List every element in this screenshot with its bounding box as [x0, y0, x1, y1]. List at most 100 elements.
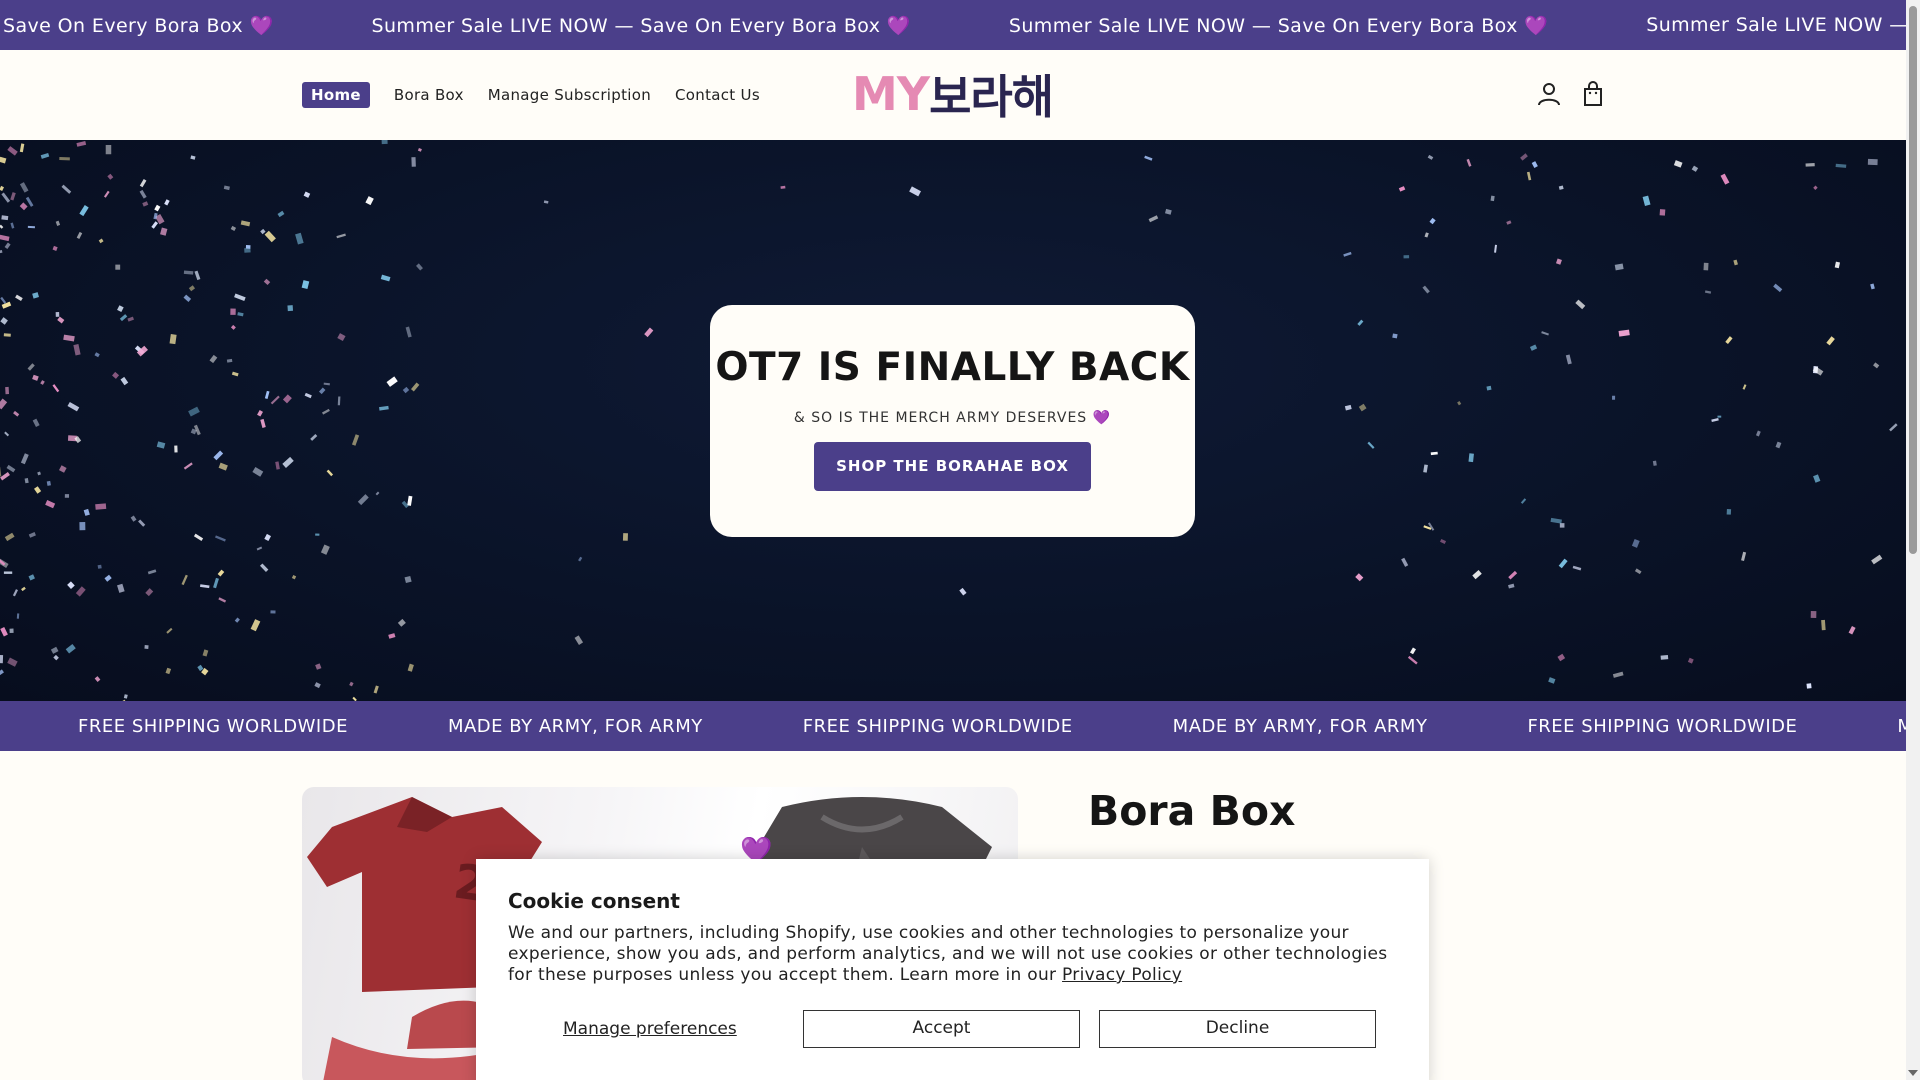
site-header: Home Bora Box Manage Subscription Contac…	[0, 50, 1906, 140]
confetti-piece	[34, 486, 42, 494]
confetti-piece	[1472, 570, 1482, 580]
scroll-down-arrow[interactable]	[1908, 1070, 1918, 1076]
confetti-piece	[1813, 474, 1821, 483]
confetti-piece	[13, 410, 20, 417]
confetti-piece	[277, 210, 285, 218]
confetti-piece	[1423, 464, 1428, 473]
cookie-text: We and our partners, including Shopify, …	[508, 923, 1398, 986]
confetti-piece	[909, 186, 921, 197]
confetti-piece	[166, 627, 173, 634]
account-icon[interactable]	[1535, 80, 1563, 108]
product-title: Bora Box	[1088, 787, 1296, 835]
confetti-piece	[780, 185, 786, 189]
confetti-piece	[183, 462, 193, 470]
confetti-piece	[145, 588, 154, 597]
decline-button[interactable]: Decline	[1099, 1010, 1376, 1048]
cart-icon[interactable]	[1579, 80, 1607, 108]
confetti-piece	[0, 398, 8, 410]
confetti-piece	[115, 264, 121, 270]
nav-bora-box[interactable]: Bora Box	[394, 86, 464, 104]
confetti-piece	[94, 352, 100, 358]
confetti-piece	[10, 222, 15, 229]
confetti-piece	[0, 466, 2, 478]
confetti-piece	[0, 249, 3, 254]
confetti-piece	[1687, 657, 1694, 664]
confetti-piece	[1468, 453, 1474, 463]
confetti-piece	[10, 192, 16, 201]
confetti-piece	[55, 220, 61, 226]
announcement-bar: Save On Every Bora Box 💜 Summer Sale LIV…	[0, 0, 1906, 50]
confetti-piece	[1358, 403, 1367, 412]
confetti-piece	[1612, 671, 1624, 678]
confetti-piece	[351, 434, 360, 446]
confetti-piece	[156, 441, 166, 449]
confetti-piece	[1810, 610, 1817, 619]
nav-manage-subscription[interactable]: Manage Subscription	[488, 86, 651, 104]
confetti-piece	[1660, 654, 1669, 660]
confetti-piece	[52, 384, 60, 393]
confetti-piece	[380, 274, 391, 282]
confetti-piece	[0, 156, 7, 164]
confetti-piece	[1429, 217, 1436, 225]
confetti-piece	[252, 466, 264, 477]
confetti-piece	[379, 405, 389, 411]
confetti-piece	[37, 471, 41, 476]
confetti-piece	[25, 196, 34, 207]
confetti-piece	[28, 574, 35, 581]
cookie-title: Cookie consent	[508, 889, 680, 913]
confetti-piece	[1508, 583, 1515, 589]
confetti-piece	[270, 395, 280, 405]
confetti-piece	[4, 431, 10, 437]
marquee-item: FREE SHIPPING WORLDWIDE	[802, 715, 1073, 737]
confetti-piece	[1, 192, 11, 203]
marquee-item: FREE SHIPPING WORLDWIDE	[78, 715, 348, 737]
privacy-policy-link[interactable]: Privacy Policy	[1062, 965, 1182, 985]
confetti-piece	[112, 371, 120, 379]
confetti-piece	[188, 406, 200, 417]
confetti-piece	[1430, 451, 1438, 456]
scrollbar-thumb[interactable]	[1909, 6, 1917, 554]
hero-title: OT7 IS FINALLY BACK	[715, 345, 1190, 390]
benefits-marquee: FREE SHIPPING WORLDWIDE MADE BY ARMY, FO…	[0, 701, 1906, 751]
confetti-piece	[1725, 336, 1733, 344]
confetti-piece	[40, 152, 50, 159]
confetti-piece	[7, 146, 18, 156]
confetti-piece	[1742, 384, 1747, 390]
confetti-piece	[245, 245, 251, 249]
confetti-piece	[46, 480, 51, 486]
confetti-piece	[0, 654, 4, 664]
confetti-piece	[165, 667, 172, 675]
confetti-piece	[1424, 232, 1429, 238]
confetti-piece	[79, 205, 89, 217]
confetti-piece	[1642, 195, 1651, 206]
confetti-piece	[181, 574, 188, 586]
logo-korean: 보라해	[929, 70, 1054, 124]
confetti-piece	[0, 185, 4, 192]
confetti-piece	[1508, 570, 1518, 580]
confetti-piece	[1548, 677, 1556, 684]
accept-button[interactable]: Accept	[803, 1010, 1080, 1048]
confetti-piece	[1835, 163, 1847, 168]
confetti-piece	[194, 270, 201, 281]
confetti-piece	[1558, 558, 1568, 569]
confetti-piece	[1144, 155, 1153, 161]
confetti-piece	[1422, 285, 1430, 294]
confetti-piece	[578, 556, 583, 562]
confetti-piece	[209, 354, 218, 364]
page-scrollbar[interactable]	[1906, 0, 1920, 1080]
nav-home[interactable]: Home	[302, 82, 370, 108]
shop-borahae-box-button[interactable]: SHOP THE BORAHAE BOX	[814, 442, 1091, 491]
confetti-piece	[1494, 244, 1497, 253]
confetti-piece	[295, 232, 304, 245]
confetti-piece	[28, 532, 36, 538]
confetti-piece	[1618, 329, 1630, 337]
site-logo[interactable]: MY 보라해	[852, 67, 1054, 124]
confetti-piece	[1755, 430, 1761, 437]
confetti-piece	[53, 654, 59, 661]
nav-contact-us[interactable]: Contact Us	[675, 86, 760, 104]
confetti-piece	[117, 305, 124, 313]
confetti-piece	[357, 494, 369, 506]
confetti-piece	[326, 469, 334, 477]
manage-preferences-link[interactable]: Manage preferences	[563, 1019, 737, 1039]
confetti-piece	[231, 371, 239, 377]
